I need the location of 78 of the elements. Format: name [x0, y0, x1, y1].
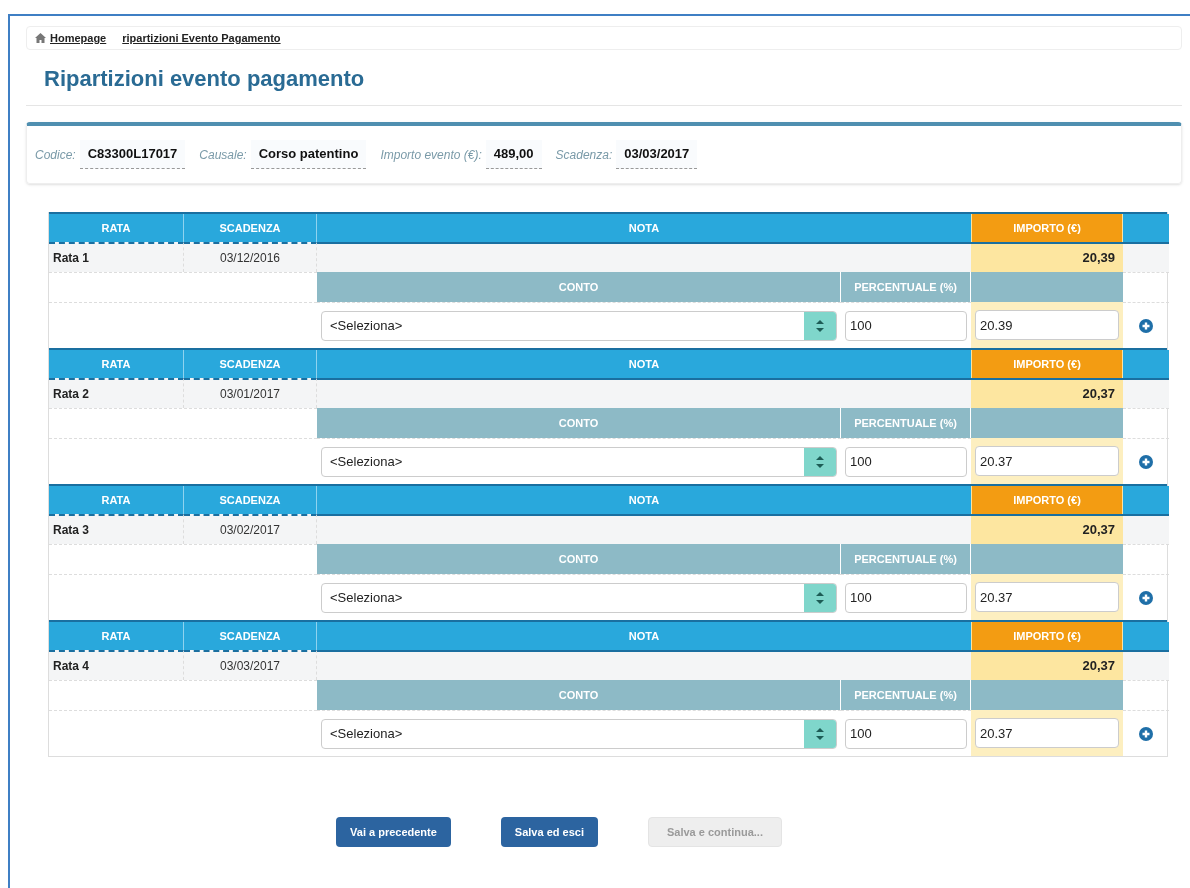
column-header: SCADENZA: [184, 486, 317, 514]
account-select[interactable]: <Seleziona>: [321, 446, 837, 477]
column-header: NOTA: [317, 214, 971, 242]
breadcrumb-link[interactable]: Homepage: [50, 29, 107, 47]
column-header: PERCENTUALE (%): [841, 544, 971, 574]
column-header: RATA: [49, 486, 184, 514]
field-value: C83300L17017: [79, 140, 186, 169]
column-header: CONTO: [317, 272, 841, 302]
column-header: CONTO: [317, 680, 841, 710]
field-label: Scadenza:: [555, 146, 613, 164]
field-label: Codice:: [35, 146, 76, 164]
sort-icon: [804, 447, 836, 476]
action-button[interactable]: Salva ed esci: [500, 817, 598, 847]
field-value: Corso patentino: [250, 140, 367, 169]
table-cell: Rata 1: [49, 242, 184, 272]
home-icon: [35, 33, 46, 43]
add-icon[interactable]: [1139, 590, 1153, 605]
table-cell: Rata 4: [49, 650, 184, 680]
column-header: NOTA: [317, 622, 971, 650]
table-cell: 20,39: [971, 242, 1123, 272]
header-cell: [1123, 622, 1169, 650]
amount-field[interactable]: 20.37: [975, 446, 1119, 476]
percent-field[interactable]: 100: [845, 310, 967, 341]
add-icon[interactable]: [1139, 726, 1153, 741]
sort-icon: [804, 311, 836, 340]
percent-field[interactable]: 100: [845, 582, 967, 613]
column-header: CONTO: [317, 408, 841, 438]
account-select[interactable]: <Seleziona>: [321, 310, 837, 341]
table-cell: [1123, 378, 1169, 408]
column-header: IMPORTO (€): [971, 350, 1123, 378]
page-title: Ripartizioni evento pagamento: [44, 65, 366, 93]
sort-icon: [804, 583, 836, 612]
header-cell: [1123, 214, 1169, 242]
column-header: RATA: [49, 350, 184, 378]
column-header: RATA: [49, 622, 184, 650]
column-header: IMPORTO (€): [971, 486, 1123, 514]
table-cell: 03/12/2016: [184, 242, 317, 272]
column-header: PERCENTUALE (%): [841, 408, 971, 438]
sort-icon: [804, 719, 836, 748]
column-header: RATA: [49, 214, 184, 242]
column-header: PERCENTUALE (%): [841, 680, 971, 710]
table-cell: [1123, 242, 1169, 272]
table-cell: 20,37: [971, 514, 1123, 544]
header-cell: [1123, 350, 1169, 378]
column-header: NOTA: [317, 350, 971, 378]
field-value: 489,00: [485, 140, 542, 169]
table-cell: [1123, 650, 1169, 680]
table-cell: 03/01/2017: [184, 378, 317, 408]
table-cell: Rata 2: [49, 378, 184, 408]
table-cell: 20,37: [971, 378, 1123, 408]
amount-field[interactable]: 20.37: [975, 718, 1119, 748]
column-header: CONTO: [317, 544, 841, 574]
account-select[interactable]: <Seleziona>: [321, 582, 837, 613]
add-icon[interactable]: [1139, 454, 1153, 469]
add-icon[interactable]: [1139, 318, 1153, 333]
amount-field[interactable]: 20.39: [975, 310, 1119, 340]
table-cell: 20,37: [971, 650, 1123, 680]
header-cell: [1123, 486, 1169, 514]
breadcrumb-link[interactable]: ripartizioni Evento Pagamento: [122, 29, 281, 47]
percent-field[interactable]: 100: [845, 718, 967, 749]
column-header: IMPORTO (€): [971, 622, 1123, 650]
column-header: SCADENZA: [184, 214, 317, 242]
column-header: IMPORTO (€): [971, 214, 1123, 242]
column-header: SCADENZA: [184, 350, 317, 378]
column-header: NOTA: [317, 486, 971, 514]
table-cell: 03/02/2017: [184, 514, 317, 544]
percent-field[interactable]: 100: [845, 446, 967, 477]
column-header: SCADENZA: [184, 622, 317, 650]
amount-field[interactable]: 20.37: [975, 582, 1119, 612]
field-label: Importo evento (€):: [380, 146, 482, 164]
table-cell: Rata 3: [49, 514, 184, 544]
column-header: PERCENTUALE (%): [841, 272, 971, 302]
field-label: Causale:: [199, 146, 247, 164]
field-value: 03/03/2017: [616, 140, 698, 169]
action-button[interactable]: Vai a precedente: [336, 817, 451, 847]
table-cell: 03/03/2017: [184, 650, 317, 680]
table-cell: [1123, 514, 1169, 544]
account-select[interactable]: <Seleziona>: [321, 718, 837, 749]
